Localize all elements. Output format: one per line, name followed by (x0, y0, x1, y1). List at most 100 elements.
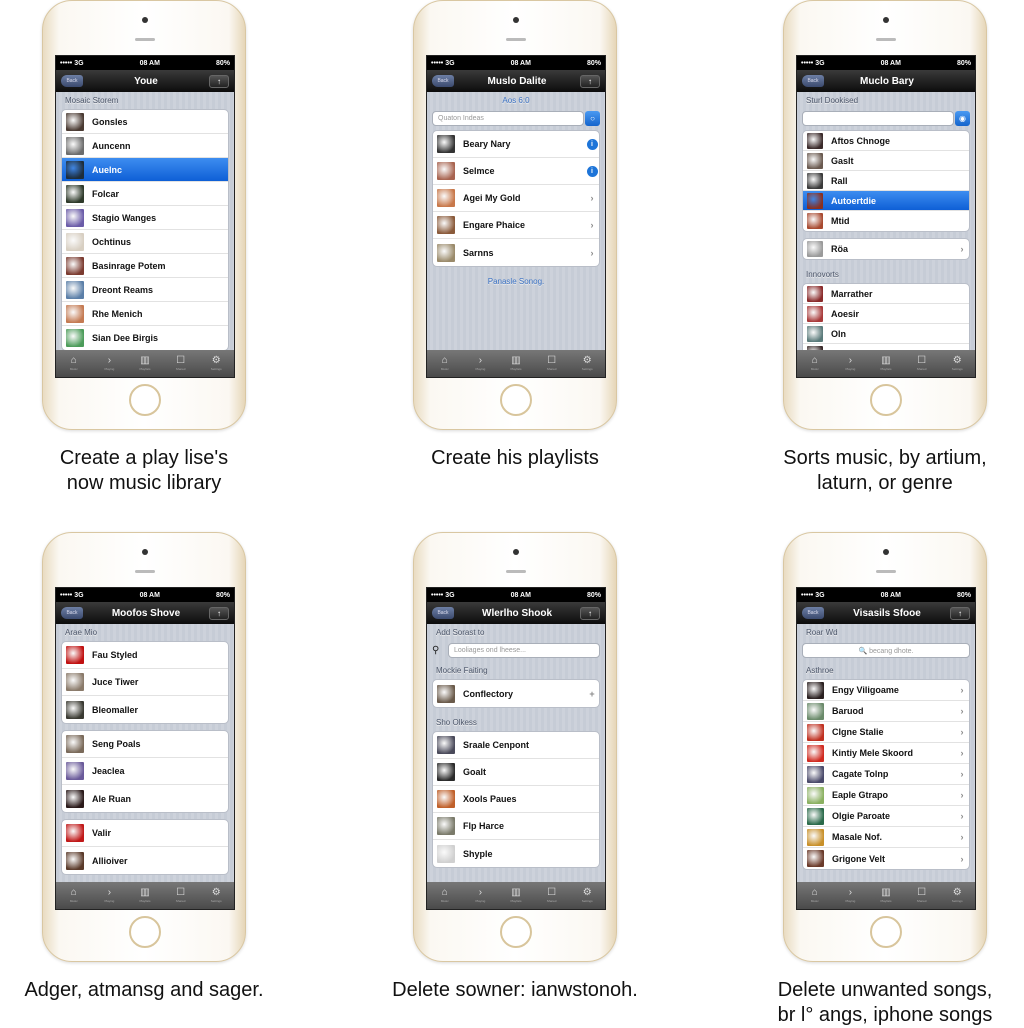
list-item[interactable]: Dreont Reams (62, 278, 228, 302)
chevron-right-icon[interactable]: › (955, 244, 969, 254)
chevron-right-icon[interactable]: › (955, 748, 969, 758)
list-item[interactable]: Engare Phaice › (433, 212, 599, 239)
tab-playlists[interactable]: ▥ Playlists (501, 888, 531, 903)
chevron-right-icon[interactable]: › (955, 706, 969, 716)
list-item[interactable]: Sarnns › (433, 239, 599, 266)
list-item[interactable]: Auelnc (62, 158, 228, 182)
list-item[interactable]: Folcar (62, 182, 228, 206)
list-item[interactable]: Cagate Tolnp › (803, 764, 969, 785)
tab-shared[interactable]: ☐ Shared (166, 888, 196, 903)
tab-music[interactable]: ⌂ Music (800, 888, 830, 903)
list-item[interactable]: Aftos Chnoge (803, 131, 969, 151)
tab-playing[interactable]: › Playing (465, 356, 495, 371)
tab-settings[interactable]: ⚙ Settings (201, 356, 231, 371)
share-button[interactable]: ↑ (209, 606, 229, 620)
list-item[interactable]: Eaple Gtrapo › (803, 785, 969, 806)
tab-shared[interactable]: ☐ Shared (166, 356, 196, 371)
list-item[interactable]: Conflectory + (433, 680, 599, 707)
home-button[interactable] (129, 384, 161, 416)
chevron-right-icon[interactable]: › (955, 790, 969, 800)
search-button[interactable]: ◉ (955, 111, 970, 126)
tab-playlists[interactable]: ▥ Playlists (871, 356, 901, 371)
tab-playing[interactable]: › Playing (465, 888, 495, 903)
home-button[interactable] (500, 916, 532, 948)
tab-music[interactable]: ⌂ Music (800, 356, 830, 371)
list-item[interactable]: Selmce i (433, 158, 599, 185)
list-item[interactable]: Gaslt (803, 151, 969, 171)
back-button[interactable]: Back (61, 75, 83, 87)
chevron-right-icon[interactable]: › (585, 248, 599, 258)
tab-playing[interactable]: › Playing (835, 356, 865, 371)
list-item[interactable]: Masale Nof. › (803, 827, 969, 848)
list-item[interactable]: Engy Viligoame › (803, 680, 969, 701)
share-button[interactable]: ↑ (580, 74, 600, 88)
back-button[interactable]: Back (802, 607, 824, 619)
list-item[interactable]: Valir (62, 820, 228, 847)
home-button[interactable] (500, 384, 532, 416)
tab-settings[interactable]: ⚙ Settings (942, 888, 972, 903)
share-button[interactable]: ↑ (209, 74, 229, 88)
tab-playlists[interactable]: ▥ Playlists (871, 888, 901, 903)
list-item[interactable]: Gonsles (62, 110, 228, 134)
list-item[interactable]: Oln (803, 324, 969, 344)
tab-music[interactable]: ⌂ Music (430, 356, 460, 371)
list-item[interactable]: Auncenn (62, 134, 228, 158)
tab-playlists[interactable]: ▥ Playlists (130, 888, 160, 903)
tab-settings[interactable]: ⚙ Settings (572, 356, 602, 371)
tab-shared[interactable]: ☐ Shared (907, 888, 937, 903)
tab-playing[interactable]: › Playing (94, 888, 124, 903)
back-button[interactable]: Back (432, 607, 454, 619)
tab-music[interactable]: ⌂ Music (430, 888, 460, 903)
tab-music[interactable]: ⌂ Music (59, 888, 89, 903)
list-item[interactable]: Beary Nary i (433, 131, 599, 158)
list-item[interactable]: Bleomaller (62, 696, 228, 723)
list-item[interactable]: Rhe Menich (62, 302, 228, 326)
list-item[interactable]: Grigone Velt › (803, 848, 969, 869)
list-item[interactable]: Rall (803, 171, 969, 191)
list-item[interactable]: Olgie Paroate › (803, 806, 969, 827)
tab-playing[interactable]: › Playing (94, 356, 124, 371)
list-item[interactable]: Flp Harce (433, 813, 599, 840)
back-button[interactable]: Back (61, 607, 83, 619)
list-item[interactable]: Allioiver (62, 847, 228, 874)
list-item[interactable]: Shyple (433, 840, 599, 867)
list-item[interactable]: Basinrage Potem (62, 254, 228, 278)
search-input[interactable]: 🔍 becang dhote. (802, 643, 970, 658)
list-item[interactable]: Aoesir (803, 304, 969, 324)
list-item[interactable]: Baruod › (803, 701, 969, 722)
back-button[interactable]: Back (802, 75, 824, 87)
list-item[interactable]: Xools Paues (433, 786, 599, 813)
list-item[interactable]: Ale Ruan (62, 785, 228, 812)
list-item[interactable]: Juce Tiwer (62, 669, 228, 696)
list-item[interactable]: Autoertdie (803, 191, 969, 211)
tab-shared[interactable]: ☐ Shared (537, 888, 567, 903)
home-button[interactable] (870, 916, 902, 948)
list-item[interactable]: Clgne Stalie › (803, 722, 969, 743)
chevron-right-icon[interactable]: › (955, 854, 969, 864)
list-item[interactable]: Sian Dee Birgis (62, 326, 228, 350)
tab-music[interactable]: ⌂ Music (59, 356, 89, 371)
tab-playlists[interactable]: ▥ Playlists (501, 356, 531, 371)
list-item[interactable]: Marrather (803, 284, 969, 304)
info-icon[interactable]: i (585, 165, 599, 177)
chevron-right-icon[interactable]: › (955, 811, 969, 821)
list-item[interactable]: Agei My Gold › (433, 185, 599, 212)
share-button[interactable]: ↑ (580, 606, 600, 620)
list-item[interactable]: Sraale Cenpont (433, 732, 599, 759)
list-item[interactable]: Fau Styled (62, 642, 228, 669)
list-item[interactable]: Stagio Wanges (62, 206, 228, 230)
search-button[interactable]: ○ (585, 111, 600, 126)
tab-settings[interactable]: ⚙ Settings (942, 356, 972, 371)
tab-shared[interactable]: ☐ Shared (907, 356, 937, 371)
chevron-right-icon[interactable]: › (955, 769, 969, 779)
tab-settings[interactable]: ⚙ Settings (201, 888, 231, 903)
back-button[interactable]: Back (432, 75, 454, 87)
chevron-right-icon[interactable]: › (955, 727, 969, 737)
share-button[interactable]: ↑ (949, 606, 970, 620)
list-item[interactable]: Kintiy Mele Skoord › (803, 743, 969, 764)
chevron-right-icon[interactable]: › (955, 832, 969, 842)
list-item[interactable]: Röa › (803, 239, 969, 259)
list-item[interactable]: Goalt (433, 759, 599, 786)
plus-icon[interactable]: + (585, 689, 599, 699)
tab-playing[interactable]: › Playing (835, 888, 865, 903)
